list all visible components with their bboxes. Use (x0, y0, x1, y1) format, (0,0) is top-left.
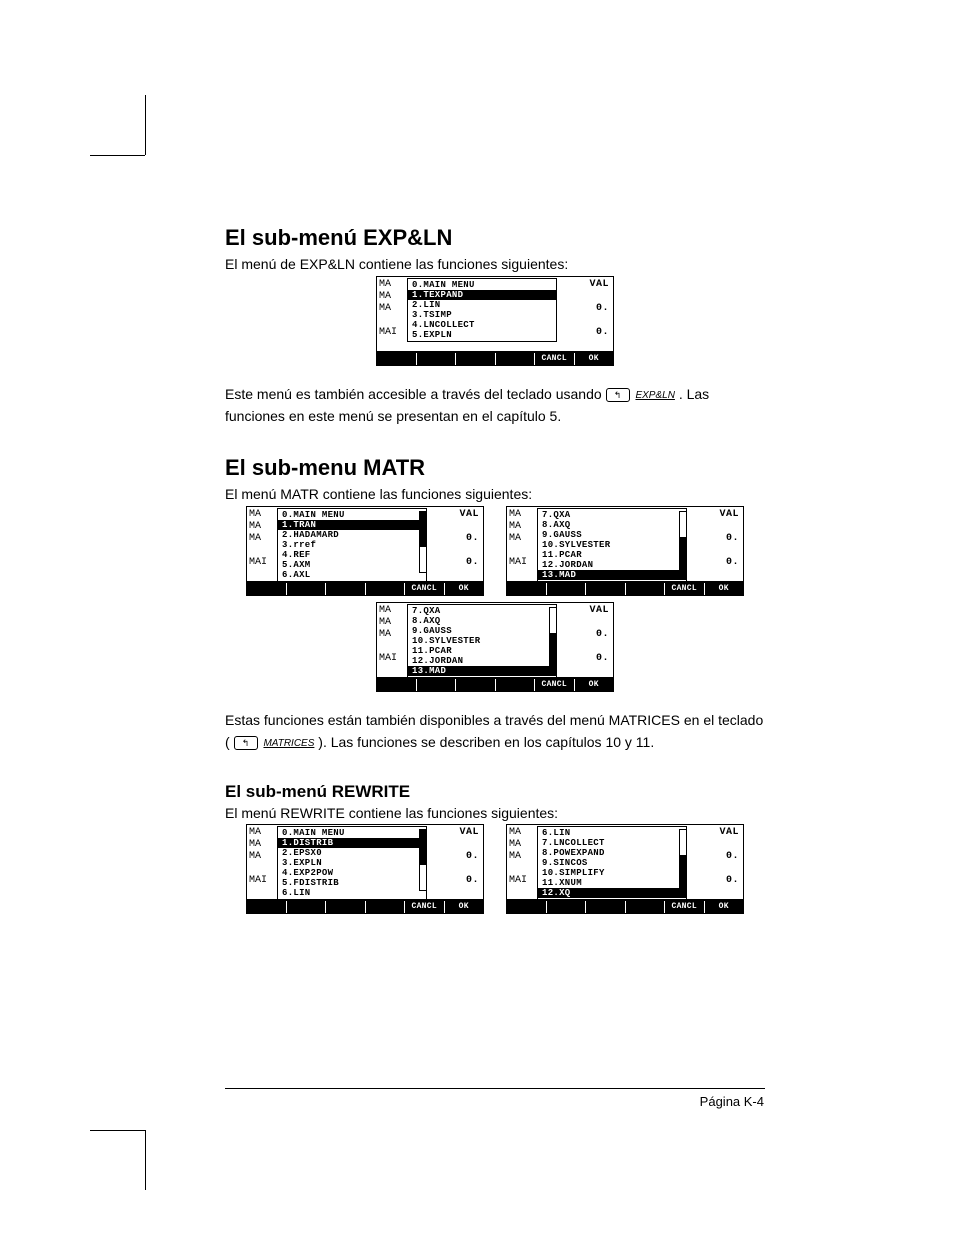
menu-expln: 0.MAIN MENU1.TEXPAND2.LIN3.TSIMP4.LNCOLL… (407, 278, 557, 342)
menu-item[interactable]: 1.TEXPAND (408, 290, 556, 300)
key-label-expln: EXP&LN (635, 388, 674, 404)
softkey-ok[interactable]: OK (575, 353, 614, 365)
menu-item[interactable]: 13.MAD (538, 570, 686, 580)
menu-item[interactable]: 5.FDISTRIB (278, 878, 426, 888)
softkey-ok[interactable]: OK (445, 583, 484, 595)
softkeys: CANCL OK (377, 351, 613, 365)
menu-item[interactable]: 6.LIN (538, 828, 686, 838)
menu-rewrite-a: 0.MAIN MENU1.DISTRIB2.EPSX03.EXPLN4.EXP2… (277, 826, 427, 900)
menu-item[interactable]: 8.AXQ (538, 520, 686, 530)
scrollbar (679, 511, 687, 573)
intro-matr: El menú MATR contiene las funciones sigu… (225, 485, 765, 504)
menu-item[interactable]: 4.EXP2POW (278, 868, 426, 878)
menu-matr-c: 7.QXA8.AXQ9.GAUSS10.SYLVESTER11.PCAR12.J… (407, 604, 557, 678)
crop-mark (90, 1130, 145, 1131)
menu-item[interactable]: 2.EPSX0 (278, 848, 426, 858)
softkey-cancl[interactable]: CANCL (665, 583, 705, 595)
menu-matr-b: 7.QXA8.AXQ9.GAUSS10.SYLVESTER11.PCAR12.J… (537, 508, 687, 582)
menu-item[interactable]: 10.SYLVESTER (408, 636, 556, 646)
menu-item[interactable]: 9.GAUSS (408, 626, 556, 636)
menu-item[interactable]: 8.POWEXPAND (538, 848, 686, 858)
after-expln: Este menú es también accesible a través … (225, 384, 765, 427)
softkey-ok[interactable]: OK (445, 901, 484, 913)
menu-item[interactable]: 9.GAUSS (538, 530, 686, 540)
menu-item[interactable]: 6.LIN (278, 888, 426, 898)
screenshot-matr-row1: MA MA MA MAI 0.MAIN MENU1.TRAN2.HADAMARD… (225, 506, 765, 596)
menu-item[interactable]: 12.JORDAN (538, 560, 686, 570)
crop-mark (90, 155, 145, 156)
crop-mark (145, 1130, 146, 1190)
page: El sub-menú EXP&LN El menú de EXP&LN con… (0, 0, 954, 1235)
scrollbar (549, 607, 557, 669)
softkey-ok[interactable]: OK (705, 901, 744, 913)
calc-screen: MA MA MA MAI 0.MAIN MENU1.DISTRIB2.EPSX0… (246, 824, 484, 914)
menu-item[interactable]: 12.JORDAN (408, 656, 556, 666)
menu-item[interactable]: 7.LNCOLLECT (538, 838, 686, 848)
heading-rewrite: El sub-menú REWRITE (225, 782, 765, 802)
softkey-cancl[interactable]: CANCL (405, 901, 445, 913)
softkey-ok[interactable]: OK (705, 583, 744, 595)
menu-item[interactable]: 4.REF (278, 550, 426, 560)
calc-screen: MA MA MA MAI 6.LIN7.LNCOLLECT8.POWEXPAND… (506, 824, 744, 914)
menu-item[interactable]: 6.AXL (278, 570, 426, 580)
softkey-cancl[interactable]: CANCL (535, 353, 575, 365)
menu-item[interactable]: 9.SINCOS (538, 858, 686, 868)
menu-item[interactable]: 11.PCAR (538, 550, 686, 560)
after-matr: Estas funciones están también disponible… (225, 710, 765, 753)
menu-item[interactable]: 0.MAIN MENU (278, 510, 426, 520)
scrollbar (679, 829, 687, 891)
menu-item[interactable]: 7.QXA (538, 510, 686, 520)
menu-item[interactable]: 8.AXQ (408, 616, 556, 626)
intro-rewrite: El menú REWRITE contiene las funciones s… (225, 804, 765, 823)
content-area: El sub-menú EXP&LN El menú de EXP&LN con… (225, 225, 765, 920)
menu-item[interactable]: 11.PCAR (408, 646, 556, 656)
screenshot-rewrite: MA MA MA MAI 0.MAIN MENU1.DISTRIB2.EPSX0… (225, 824, 765, 914)
menu-item[interactable]: 5.AXM (278, 560, 426, 570)
softkey-cancl[interactable]: CANCL (535, 679, 575, 691)
menu-item[interactable]: 5.EXPLN (408, 330, 556, 340)
calc-screen: MA MA MA MAI 0.MAIN MENU1.TEXPAND2.LIN3.… (376, 276, 614, 366)
menu-item[interactable]: 12.XQ (538, 888, 686, 898)
menu-item[interactable]: 13.MAD (408, 666, 556, 676)
calc-screen: MA MA MA MAI 7.QXA8.AXQ9.GAUSS10.SYLVEST… (506, 506, 744, 596)
screenshot-matr-row2: MA MA MA MAI 7.QXA8.AXQ9.GAUSS10.SYLVEST… (225, 602, 765, 696)
menu-item[interactable]: 4.LNCOLLECT (408, 320, 556, 330)
intro-expln: El menú de EXP&LN contiene las funciones… (225, 255, 765, 274)
heading-expln: El sub-menú EXP&LN (225, 225, 765, 251)
page-number: Página K-4 (700, 1094, 764, 1109)
menu-matr-a: 0.MAIN MENU1.TRAN2.HADAMARD3.rref4.REF5.… (277, 508, 427, 582)
left-shift-key-icon: ↰ (234, 736, 258, 750)
menu-rewrite-b: 6.LIN7.LNCOLLECT8.POWEXPAND9.SINCOS10.SI… (537, 826, 687, 900)
scrollbar (419, 511, 427, 573)
screenshot-expln: MA MA MA MAI 0.MAIN MENU1.TEXPAND2.LIN3.… (225, 276, 765, 370)
menu-item[interactable]: 3.rref (278, 540, 426, 550)
menu-item[interactable]: 10.SIMPLIFY (538, 868, 686, 878)
screen-left-labels: MA MA MA MAI (379, 279, 397, 339)
menu-item[interactable]: 7.QXA (408, 606, 556, 616)
key-label-matrices: MATRICES (263, 736, 314, 752)
menu-item[interactable]: 0.MAIN MENU (408, 280, 556, 290)
calc-screen: MA MA MA MAI 7.QXA8.AXQ9.GAUSS10.SYLVEST… (376, 602, 614, 692)
menu-item[interactable]: 1.DISTRIB (278, 838, 426, 848)
softkey-ok[interactable]: OK (575, 679, 614, 691)
heading-matr: El sub-menu MATR (225, 455, 765, 481)
menu-item[interactable]: 2.LIN (408, 300, 556, 310)
softkey-cancl[interactable]: CANCL (665, 901, 705, 913)
screen-right-vals: VAL 0. 0. (589, 279, 609, 339)
menu-item[interactable]: 3.EXPLN (278, 858, 426, 868)
crop-mark (145, 95, 146, 155)
left-shift-key-icon: ↰ (606, 388, 630, 402)
softkey-cancl[interactable]: CANCL (405, 583, 445, 595)
menu-item[interactable]: 2.HADAMARD (278, 530, 426, 540)
menu-item[interactable]: 11.XNUM (538, 878, 686, 888)
footer-rule (225, 1088, 765, 1089)
menu-item[interactable]: 3.TSIMP (408, 310, 556, 320)
scrollbar (419, 829, 427, 891)
menu-item[interactable]: 0.MAIN MENU (278, 828, 426, 838)
menu-item[interactable]: 10.SYLVESTER (538, 540, 686, 550)
menu-item[interactable]: 1.TRAN (278, 520, 426, 530)
calc-screen: MA MA MA MAI 0.MAIN MENU1.TRAN2.HADAMARD… (246, 506, 484, 596)
